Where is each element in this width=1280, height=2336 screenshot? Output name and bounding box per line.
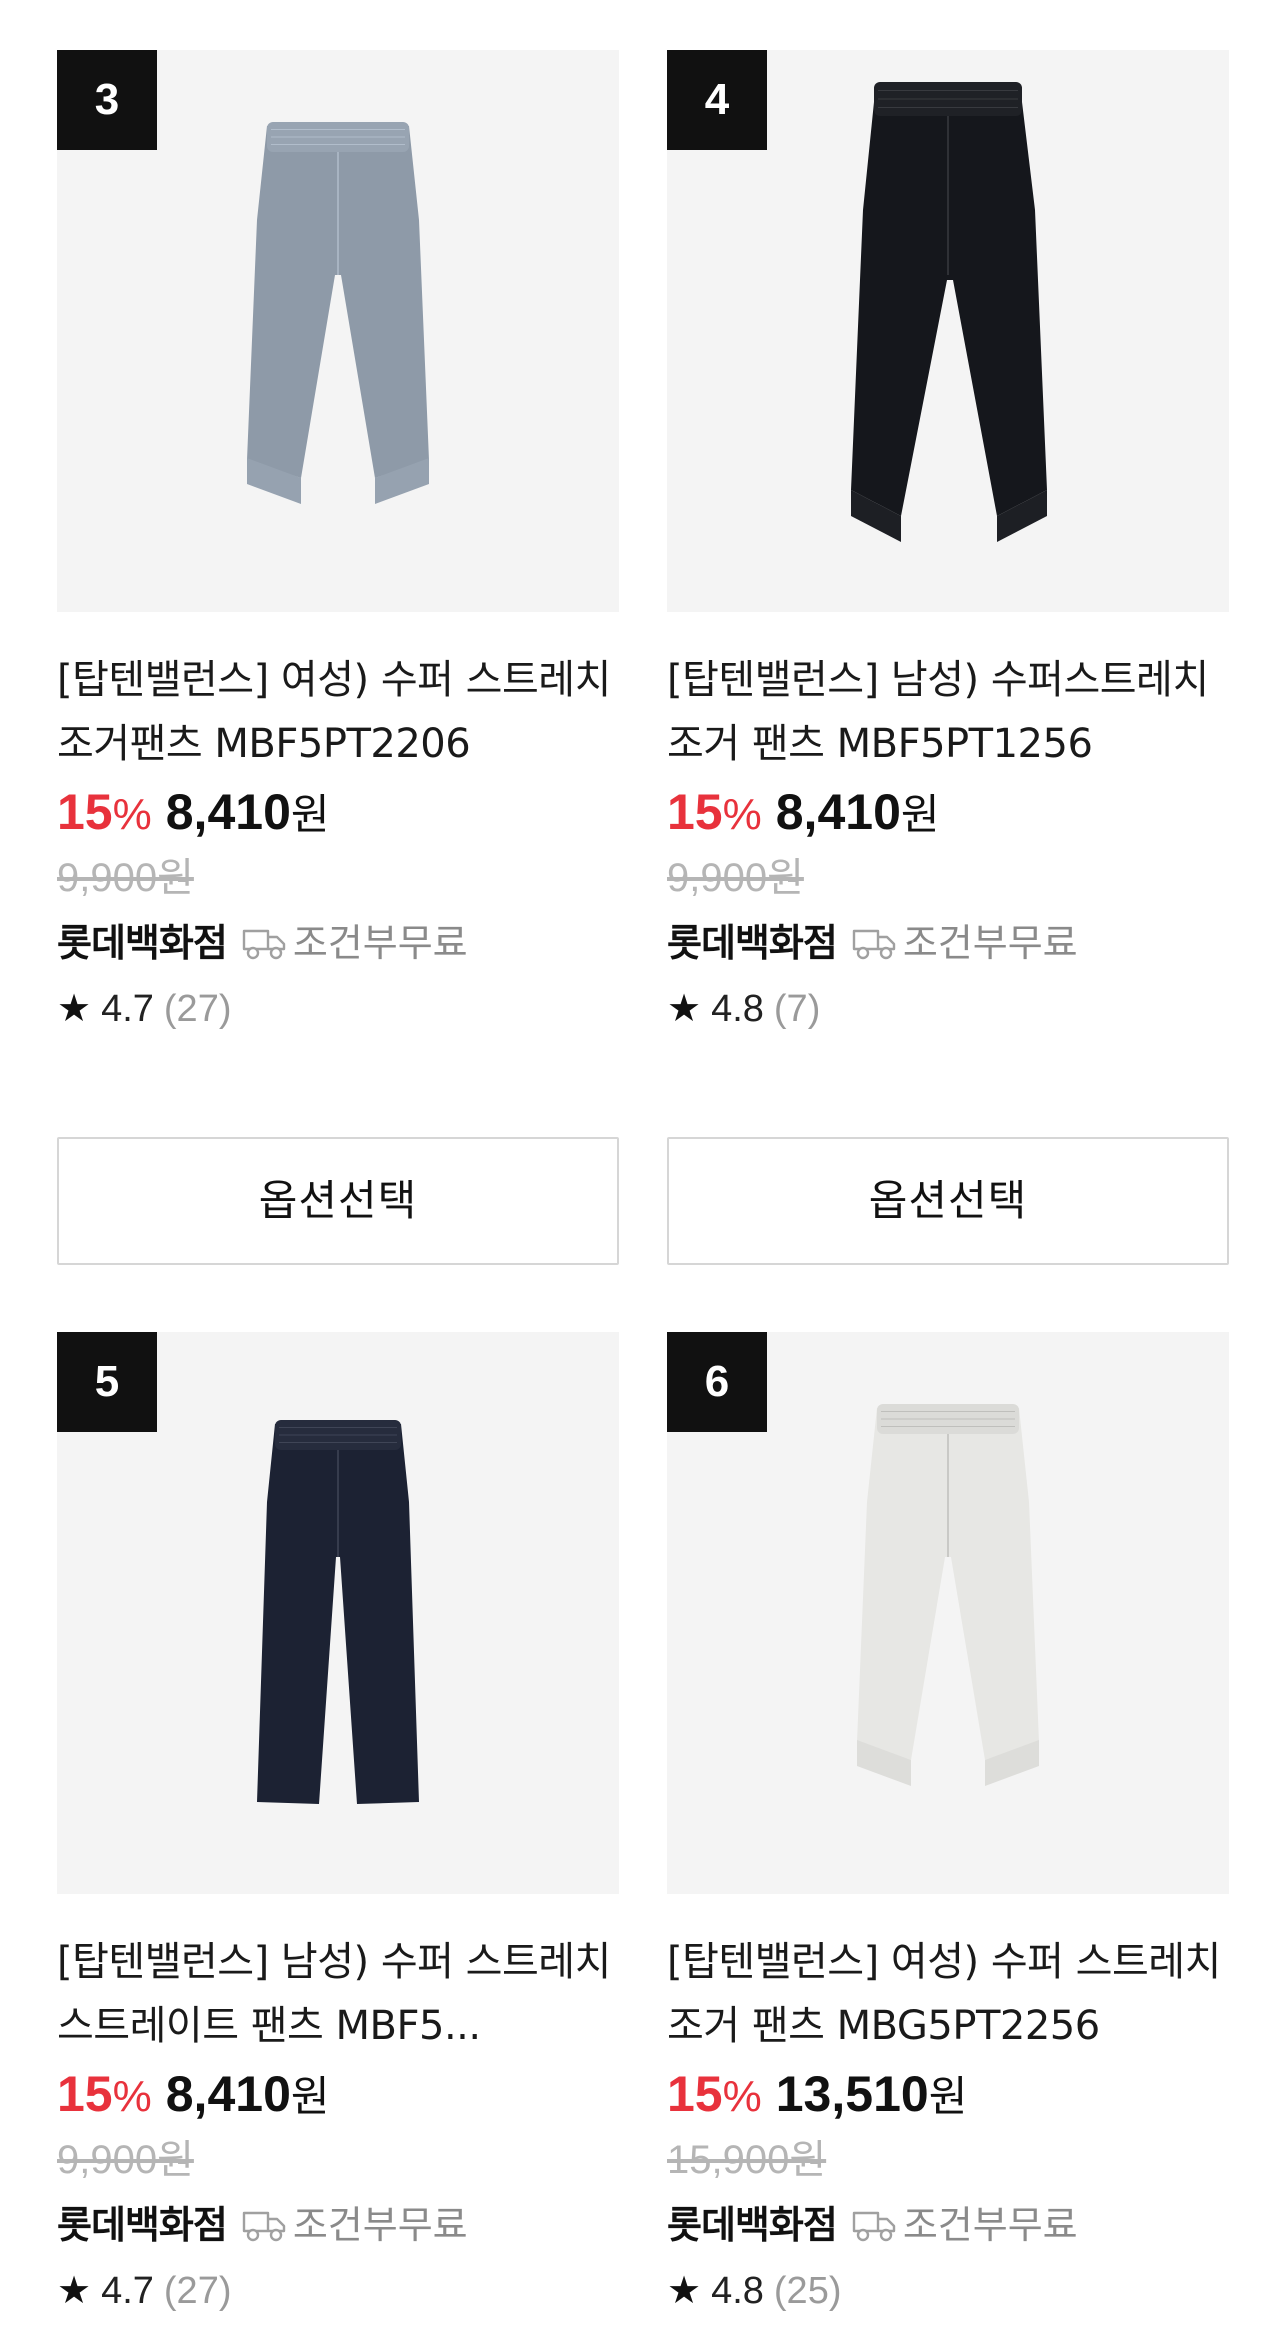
shipping-info: 조건부무료: [292, 2203, 468, 2247]
rating-score: 4.8: [711, 988, 764, 1030]
original-price: 9,900원: [57, 856, 194, 900]
rank-badge: 3: [57, 50, 157, 150]
shipping-info: 조건부무료: [902, 921, 1078, 965]
rating-row: ★ 4.7 (27): [57, 2258, 619, 2324]
rating-score: 4.7: [101, 988, 154, 1030]
product-image[interactable]: 4: [667, 50, 1229, 612]
price-currency: 원: [290, 790, 330, 839]
rating-row: ★ 4.7 (27): [57, 976, 619, 1042]
option-select-button[interactable]: 옵션선택: [667, 1137, 1229, 1265]
star-icon: ★: [667, 2270, 702, 2312]
seller-row: 롯데백화점 조건부무료: [57, 2192, 619, 2258]
price-row: 15% 8,410원: [667, 778, 1229, 846]
review-count: (27): [163, 2270, 232, 2312]
rating-score: 4.7: [101, 2270, 154, 2312]
review-count: (25): [773, 2270, 842, 2312]
rating-score: 4.8: [711, 2270, 764, 2312]
truck-icon: [852, 2211, 896, 2242]
price-row: 15% 13,510원: [667, 2060, 1229, 2128]
sale-price: 8,410: [165, 784, 291, 840]
price-row: 15% 8,410원: [57, 2060, 619, 2128]
product-grid: 3 [탑텐밸런스] 여성) 수퍼 스트레치 조거팬츠 MBF5PT2206 15…: [0, 0, 1280, 2336]
product-image[interactable]: 5: [57, 1332, 619, 1894]
product-title[interactable]: [탑텐밸런스] 여성) 수퍼 스트레치 조거팬츠 MBF5PT2206: [57, 648, 619, 776]
product-title[interactable]: [탑텐밸런스] 남성) 수퍼 스트레치 스트레이트 팬츠 MBF5...: [57, 1930, 619, 2058]
sale-price: 8,410: [775, 784, 901, 840]
product-card[interactable]: 5 [탑텐밸런스] 남성) 수퍼 스트레치 스트레이트 팬츠 MBF5... 1…: [57, 1332, 619, 2324]
truck-icon: [242, 929, 286, 960]
sale-price: 8,410: [165, 2066, 291, 2122]
price-currency: 원: [900, 790, 940, 839]
seller-row: 롯데백화점 조건부무료: [667, 2192, 1229, 2258]
product-title[interactable]: [탑텐밸런스] 여성) 수퍼 스트레치 조거 팬츠 MBG5PT2256: [667, 1930, 1229, 2058]
product-title[interactable]: [탑텐밸런스] 남성) 수퍼스트레치 조거 팬츠 MBF5PT1256: [667, 648, 1229, 776]
review-count: (27): [163, 988, 232, 1030]
seller-row: 롯데백화점 조건부무료: [667, 910, 1229, 976]
seller-name: 롯데백화점: [57, 2203, 228, 2247]
discount-rate: 15: [667, 784, 723, 840]
original-price: 15,900원: [667, 2138, 827, 2182]
discount-percent: %: [722, 2072, 762, 2121]
seller-name: 롯데백화점: [57, 921, 228, 965]
price-row: 15% 8,410원: [57, 778, 619, 846]
rating-row: ★ 4.8 (25): [667, 2258, 1229, 2324]
star-icon: ★: [57, 2270, 92, 2312]
seller-row: 롯데백화점 조건부무료: [57, 910, 619, 976]
rank-badge: 5: [57, 1332, 157, 1432]
star-icon: ★: [57, 988, 92, 1030]
pants-body: [851, 102, 1047, 516]
product-card[interactable]: 4 [탑텐밸런스] 남성) 수퍼스트레치 조거 팬츠 MBF5PT1256 15…: [667, 50, 1229, 1042]
product-card[interactable]: 6 [탑텐밸런스] 여성) 수퍼 스트레치 조거 팬츠 MBG5PT2256 1…: [667, 1332, 1229, 2324]
shipping-info: 조건부무료: [902, 2203, 1078, 2247]
price-currency: 원: [290, 2072, 330, 2121]
discount-rate: 15: [57, 2066, 113, 2122]
truck-icon: [852, 929, 896, 960]
seller-name: 롯데백화점: [667, 921, 838, 965]
review-count: (7): [773, 988, 821, 1030]
discount-percent: %: [112, 2072, 152, 2121]
product-card[interactable]: 3 [탑텐밸런스] 여성) 수퍼 스트레치 조거팬츠 MBF5PT2206 15…: [57, 50, 619, 1042]
rating-row: ★ 4.8 (7): [667, 976, 1229, 1042]
rank-badge: 6: [667, 1332, 767, 1432]
original-price: 9,900원: [667, 856, 804, 900]
price-currency: 원: [928, 2072, 968, 2121]
option-select-button[interactable]: 옵션선택: [57, 1137, 619, 1265]
product-image[interactable]: 3: [57, 50, 619, 612]
discount-rate: 15: [57, 784, 113, 840]
sale-price: 13,510: [775, 2066, 929, 2122]
discount-percent: %: [722, 790, 762, 839]
discount-percent: %: [112, 790, 152, 839]
seller-name: 롯데백화점: [667, 2203, 838, 2247]
rank-badge: 4: [667, 50, 767, 150]
discount-rate: 15: [667, 2066, 723, 2122]
product-image[interactable]: 6: [667, 1332, 1229, 1894]
star-icon: ★: [667, 988, 702, 1030]
truck-icon: [242, 2211, 286, 2242]
shipping-info: 조건부무료: [292, 921, 468, 965]
original-price: 9,900원: [57, 2138, 194, 2182]
